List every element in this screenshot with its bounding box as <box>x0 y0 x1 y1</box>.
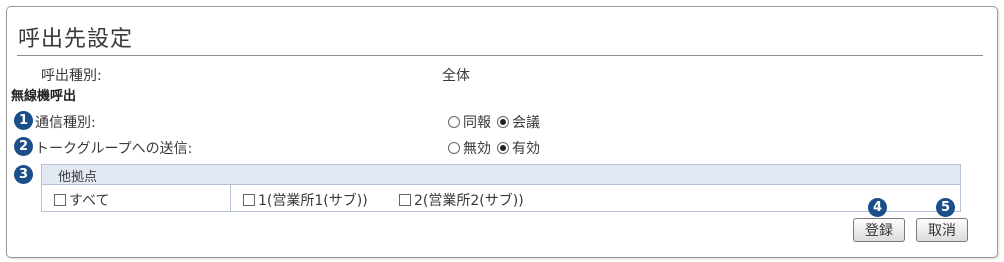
other-locations-header: 他拠点 <box>42 165 960 185</box>
call-destination-settings-panel: 呼出先設定 呼出種別: 全体 無線機呼出 1 通信種別: 同報 会議 2 トーク… <box>6 6 998 258</box>
location-check-all[interactable]: すべて <box>54 190 109 210</box>
other-locations-table: 他拠点 すべて 1(営業所1(サブ)) 2(営業所2(サブ)) <box>41 164 961 212</box>
column-divider <box>230 185 231 211</box>
callout-badge-2: 2 <box>14 137 33 156</box>
other-locations-header-label: 他拠点 <box>58 170 98 185</box>
comm-type-option-label: 会議 <box>512 115 540 131</box>
title-divider <box>17 55 983 56</box>
cancel-button[interactable]: 取消 <box>916 218 968 242</box>
call-type-value: 全体 <box>442 68 470 84</box>
checkbox[interactable] <box>243 194 255 206</box>
comm-type-option-broadcast[interactable]: 同報 <box>448 112 491 132</box>
comm-type-option-label: 同報 <box>463 115 491 131</box>
wireless-call-section-label: 無線機呼出 <box>11 89 77 104</box>
call-type-label: 呼出種別: <box>41 68 102 84</box>
talk-group-option-label: 無効 <box>463 141 491 157</box>
talk-group-label: トークグループへの送信: <box>35 141 193 157</box>
location-label: 1(営業所1(サブ)) <box>258 193 368 209</box>
register-button[interactable]: 登録 <box>853 218 905 242</box>
radio-button-selected[interactable] <box>497 116 509 128</box>
talk-group-option-label: 有効 <box>512 141 540 157</box>
radio-button-selected[interactable] <box>497 142 509 154</box>
page-title: 呼出先設定 <box>18 27 134 52</box>
comm-type-option-conference[interactable]: 会議 <box>497 112 540 132</box>
location-check-2[interactable]: 2(営業所2(サブ)) <box>399 190 524 210</box>
talk-group-radio-group: 無効 有効 <box>448 138 546 158</box>
talk-group-option-enabled[interactable]: 有効 <box>497 138 540 158</box>
callout-badge-1: 1 <box>14 111 33 130</box>
callout-badge-5: 5 <box>936 198 955 217</box>
location-label: 2(営業所2(サブ)) <box>414 193 524 209</box>
talk-group-option-disabled[interactable]: 無効 <box>448 138 491 158</box>
location-check-all-label: すべて <box>69 193 110 209</box>
checkbox[interactable] <box>399 194 411 206</box>
radio-button[interactable] <box>448 142 460 154</box>
callout-badge-3: 3 <box>14 165 33 184</box>
radio-button[interactable] <box>448 116 460 128</box>
comm-type-radio-group: 同報 会議 <box>448 112 546 132</box>
comm-type-label: 通信種別: <box>35 115 96 131</box>
checkbox[interactable] <box>54 194 66 206</box>
callout-badge-4: 4 <box>868 198 887 217</box>
location-check-1[interactable]: 1(営業所1(サブ)) <box>243 190 368 210</box>
